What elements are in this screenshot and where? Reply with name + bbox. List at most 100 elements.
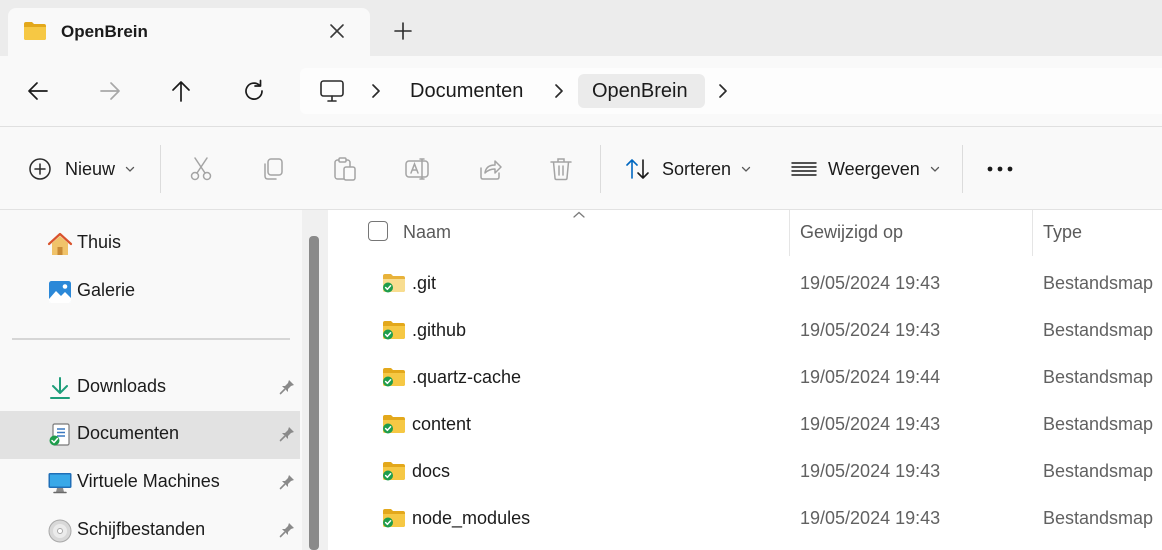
breadcrumb-documenten[interactable]: Documenten [410, 80, 523, 103]
row-name: .git [412, 273, 437, 293]
new-button[interactable]: Nieuw [28, 127, 135, 211]
chevron-down-icon [930, 166, 939, 172]
row-modified: 19/05/2024 19:43 [800, 320, 941, 340]
back-button[interactable] [25, 78, 51, 104]
share-button[interactable] [477, 127, 503, 211]
table-row[interactable]: node_modules 19/05/2024 19:43 Bestandsma… [328, 495, 1162, 542]
sidebar-item-thuis[interactable]: Thuis [0, 220, 300, 268]
refresh-button[interactable] [241, 78, 267, 104]
sort-ascending-caret-icon [573, 211, 585, 218]
sidebar-item-documenten[interactable]: Documenten [0, 411, 300, 459]
navigation-bar: Documenten OpenBrein [0, 56, 1162, 126]
new-button-label: Nieuw [65, 158, 116, 179]
sidebar-item-schijfbestanden[interactable]: Schijfbestanden [0, 507, 300, 550]
row-name: docs [412, 461, 451, 481]
delete-icon [550, 158, 572, 181]
sidebar-item-galerie[interactable]: Galerie [0, 268, 300, 316]
this-pc-icon[interactable] [319, 79, 345, 103]
table-row[interactable]: docs 19/05/2024 19:43 Bestandsmap [328, 448, 1162, 495]
folder-synced-icon [383, 368, 405, 387]
column-header-row: Naam Gewijzigd op Type [328, 210, 1162, 256]
new-tab-plus-icon[interactable] [392, 20, 414, 42]
column-header-modified[interactable]: Gewijzigd op [800, 222, 903, 243]
more-dots-icon [987, 166, 1013, 172]
pin-icon[interactable] [278, 521, 296, 539]
sort-button[interactable]: Sorteren [624, 127, 751, 211]
row-type: Bestandsmap [1043, 367, 1154, 387]
row-name: .quartz-cache [412, 367, 522, 387]
table-row[interactable]: .git 19/05/2024 19:43 Bestandsmap [328, 260, 1162, 307]
row-type: Bestandsmap [1043, 461, 1154, 481]
column-separator[interactable] [789, 210, 790, 256]
disc-icon [48, 519, 72, 543]
row-type: Bestandsmap [1043, 508, 1154, 528]
toolbar-separator [160, 145, 161, 193]
forward-button[interactable] [97, 78, 123, 104]
plus-circle-icon [29, 158, 51, 180]
sidebar-item-label: Documenten [77, 423, 180, 443]
sidebar-item-downloads[interactable]: Downloads [0, 364, 300, 412]
back-arrow-icon [28, 82, 48, 100]
up-button[interactable] [168, 78, 194, 104]
row-name: .github [412, 320, 467, 340]
select-all-checkbox[interactable] [368, 221, 388, 241]
rename-icon [405, 158, 429, 180]
paste-button[interactable] [332, 127, 358, 211]
rename-button[interactable] [404, 127, 430, 211]
column-separator[interactable] [1032, 210, 1033, 256]
pin-icon[interactable] [278, 473, 296, 491]
row-modified: 19/05/2024 19:43 [800, 273, 941, 293]
monitor-icon [48, 473, 72, 494]
chevron-down-icon [125, 166, 135, 172]
toolbar-separator [962, 145, 963, 193]
folder-synced-icon [383, 321, 405, 340]
chevron-right-icon[interactable] [552, 83, 566, 99]
column-header-name[interactable]: Naam [403, 222, 451, 243]
view-button[interactable]: Weergeven [790, 127, 940, 211]
file-list: Naam Gewijzigd op Type .git 19/05/2024 1… [328, 210, 1162, 550]
row-type: Bestandsmap [1043, 273, 1154, 293]
chevron-right-icon[interactable] [716, 83, 730, 99]
delete-button[interactable] [548, 127, 574, 211]
command-bar: Nieuw Sorteren Weergeven [0, 126, 1162, 210]
file-explorer-window: OpenBrein Documenten OpenBrein Nieuw Sor… [0, 0, 1162, 550]
row-name: content [412, 414, 472, 434]
sort-button-label: Sorteren [662, 158, 732, 179]
view-button-label: Weergeven [828, 158, 920, 179]
pin-icon[interactable] [278, 378, 296, 396]
folder-synced-icon [383, 509, 405, 528]
forward-arrow-icon [100, 82, 120, 100]
copy-icon [264, 158, 283, 180]
paste-icon [334, 157, 356, 181]
more-options-button[interactable] [986, 127, 1014, 211]
breadcrumb-openbrein[interactable]: OpenBrein [592, 80, 688, 103]
tab-bar: OpenBrein [0, 0, 1162, 56]
folder-icon [24, 22, 46, 40]
cut-button[interactable] [188, 127, 214, 211]
sidebar-item-label: Galerie [77, 280, 136, 300]
chevron-right-icon[interactable] [369, 83, 383, 99]
copy-button[interactable] [260, 127, 286, 211]
sort-arrows-icon [626, 159, 649, 179]
row-modified: 19/05/2024 19:43 [800, 508, 941, 528]
folder-synced-icon [383, 274, 405, 293]
pin-icon[interactable] [278, 425, 296, 443]
table-row[interactable]: .github 19/05/2024 19:43 Bestandsmap [328, 307, 1162, 354]
row-name: node_modules [412, 508, 531, 528]
column-header-type[interactable]: Type [1043, 222, 1082, 243]
gallery-icon [49, 281, 71, 303]
sidebar-scrollbar-thumb[interactable] [309, 236, 319, 550]
navigation-pane: Thuis Galerie Downloads Documenten Virtu… [0, 210, 328, 550]
table-row[interactable]: .quartz-cache 19/05/2024 19:44 Bestandsm… [328, 354, 1162, 401]
documents-icon [49, 423, 70, 446]
close-icon[interactable] [326, 20, 348, 42]
sidebar-divider [12, 338, 290, 340]
row-type: Bestandsmap [1043, 320, 1154, 340]
address-bar[interactable]: Documenten OpenBrein [300, 68, 1162, 114]
tab-title: OpenBrein [61, 22, 148, 41]
table-row[interactable]: content 19/05/2024 19:43 Bestandsmap [328, 401, 1162, 448]
share-icon [480, 160, 502, 180]
row-modified: 19/05/2024 19:43 [800, 414, 941, 434]
tab-openbrein[interactable]: OpenBrein [8, 8, 370, 56]
sidebar-item-virtuele-machines[interactable]: Virtuele Machines [0, 459, 300, 507]
